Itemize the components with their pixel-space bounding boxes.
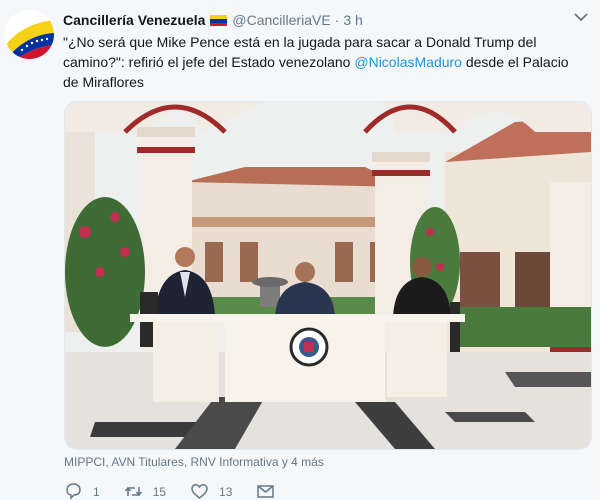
message-button[interactable] bbox=[256, 482, 285, 501]
retweet-button[interactable]: 15 bbox=[124, 482, 166, 501]
mention-link[interactable]: @NicolasMaduro bbox=[354, 54, 462, 70]
separator-dot: · bbox=[334, 12, 340, 28]
tagged-users-label: MIPPCI, AVN Titulares, RNV Informativa y… bbox=[64, 455, 324, 469]
author-handle[interactable]: @CancilleriaVE bbox=[232, 12, 330, 28]
tagged-users[interactable]: MIPPCI, AVN Titulares, RNV Informativa y… bbox=[64, 455, 324, 469]
tweet-header: Cancillería Venezuela @CancilleriaVE · 3… bbox=[63, 9, 563, 31]
tweet-photo[interactable] bbox=[64, 101, 592, 450]
retweet-count: 15 bbox=[152, 484, 167, 499]
avatar[interactable] bbox=[5, 10, 54, 59]
timestamp[interactable]: 3 h bbox=[343, 12, 362, 28]
like-count: 13 bbox=[219, 484, 233, 499]
heart-icon bbox=[191, 484, 208, 499]
reply-count: 1 bbox=[93, 484, 100, 499]
like-button[interactable]: 13 bbox=[190, 482, 232, 501]
chevron-down-icon[interactable] bbox=[574, 12, 588, 22]
reply-button[interactable]: 1 bbox=[64, 482, 100, 501]
author-name[interactable]: Cancillería Venezuela bbox=[63, 12, 205, 28]
retweet-icon bbox=[124, 486, 142, 497]
tweet-actions: 1 15 13 bbox=[64, 482, 309, 501]
reply-icon bbox=[66, 483, 81, 500]
tweet-text: "¿No será que Mike Pence está en la juga… bbox=[63, 32, 578, 92]
tweet-card[interactable]: Cancillería Venezuela @CancilleriaVE · 3… bbox=[0, 0, 600, 500]
envelope-icon bbox=[257, 485, 275, 498]
venezuela-flag-icon bbox=[210, 14, 228, 26]
